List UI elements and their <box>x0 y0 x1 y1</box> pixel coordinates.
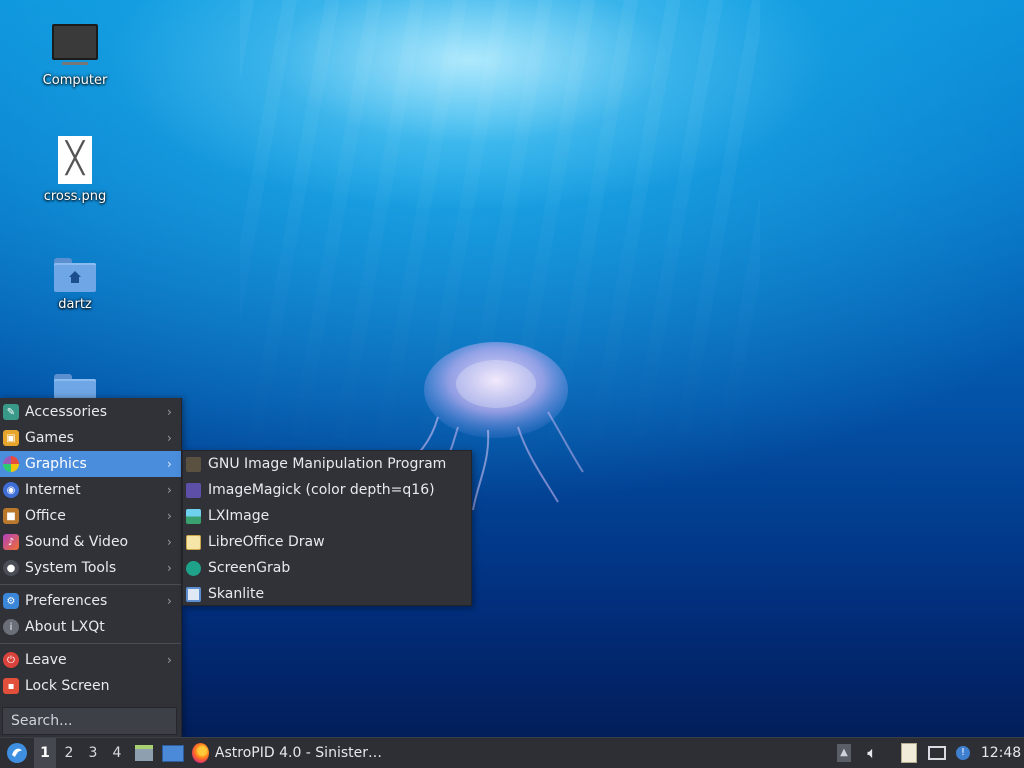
menu-item-preferences[interactable]: ⚙ Preferences › <box>0 588 181 614</box>
workspace-2-button[interactable]: 2 <box>58 738 80 768</box>
volume-control[interactable]: 🔈︎ <box>860 738 884 768</box>
screengrab-icon <box>186 560 201 576</box>
menu-item-system-tools[interactable]: ● System Tools › <box>0 555 181 581</box>
submenu-item-skanlite[interactable]: Skanlite <box>183 581 471 607</box>
desktop-icon-label: cross.png <box>43 189 107 204</box>
taskbar-window-title: AstroPID 4.0 - Sinister… <box>214 745 382 761</box>
file-manager-icon <box>135 745 153 761</box>
accessories-icon: ✎ <box>3 404 19 420</box>
desktop-icon-label: Computer <box>42 73 108 88</box>
lxqt-logo-icon <box>7 743 27 763</box>
menu-item-label: Lock Screen <box>25 678 110 694</box>
menu-item-label: Office <box>25 508 66 524</box>
desktop-icon-label: dartz <box>58 297 92 312</box>
desktop-icon-cross-png[interactable]: ╳ cross.png <box>20 136 130 204</box>
taskbar-window-button[interactable]: AstroPID 4.0 - Sinister… <box>192 738 382 768</box>
menu-item-internet[interactable]: ◉ Internet › <box>0 477 181 503</box>
clipboard-icon <box>901 743 917 763</box>
submenu-item-gimp[interactable]: GNU Image Manipulation Program <box>183 451 471 477</box>
lximage-icon <box>186 508 201 524</box>
menu-item-label: About LXQt <box>25 619 105 635</box>
menu-separator <box>0 643 181 644</box>
computer-icon <box>52 24 98 65</box>
submenu-item-label: GNU Image Manipulation Program <box>208 456 447 472</box>
preferences-icon: ⚙ <box>3 593 19 609</box>
menu-item-games[interactable]: ▣ Games › <box>0 425 181 451</box>
imagemagick-icon <box>186 482 201 498</box>
clock[interactable]: 12:48 <box>978 738 1024 768</box>
main-menu-button[interactable] <box>2 738 32 768</box>
gimp-icon <box>186 456 201 472</box>
office-icon: ■ <box>3 508 19 524</box>
menu-item-lock-screen[interactable]: ▪ Lock Screen <box>0 673 181 699</box>
graphics-submenu: GNU Image Manipulation Program ImageMagi… <box>182 450 472 606</box>
tray-expand-button[interactable]: ▲ <box>834 738 854 768</box>
taskbar: 1 2 3 4 AstroPID 4.0 - Sinister… ▲ 🔈︎ ! … <box>0 737 1024 768</box>
chevron-right-icon: › <box>167 594 172 608</box>
show-desktop-button[interactable] <box>160 738 186 768</box>
lock-icon: ▪ <box>3 678 19 694</box>
workspace-3-button[interactable]: 3 <box>82 738 104 768</box>
menu-item-label: System Tools <box>25 560 117 576</box>
internet-icon: ◉ <box>3 482 19 498</box>
workspace-1-button[interactable]: 1 <box>34 738 56 768</box>
libreoffice-draw-icon <box>186 534 201 550</box>
submenu-item-screengrab[interactable]: ScreenGrab <box>183 555 471 581</box>
chevron-right-icon: › <box>167 509 172 523</box>
submenu-item-label: LibreOffice Draw <box>208 534 325 550</box>
submenu-item-label: LXImage <box>208 508 270 524</box>
chevron-right-icon: › <box>167 457 172 471</box>
submenu-item-label: ScreenGrab <box>208 560 291 576</box>
sound-video-icon: ♪ <box>3 534 19 550</box>
info-icon: i <box>3 619 19 635</box>
update-notifier-icon: ! <box>956 746 970 760</box>
menu-item-label: Accessories <box>25 404 108 420</box>
power-icon: ⏻ <box>3 652 19 668</box>
clipboard-tray[interactable] <box>898 738 920 768</box>
submenu-item-libreoffice-draw[interactable]: LibreOffice Draw <box>183 529 471 555</box>
submenu-item-label: ImageMagick (color depth=q16) <box>208 482 435 498</box>
menu-item-graphics[interactable]: Graphics › <box>0 451 181 477</box>
network-tray[interactable] <box>925 738 949 768</box>
chevron-up-icon: ▲ <box>837 744 851 762</box>
chevron-right-icon: › <box>167 561 172 575</box>
update-notifier-tray[interactable]: ! <box>952 738 974 768</box>
menu-item-sound-video[interactable]: ♪ Sound & Video › <box>0 529 181 555</box>
submenu-item-imagemagick[interactable]: ImageMagick (color depth=q16) <box>183 477 471 503</box>
games-icon: ▣ <box>3 430 19 446</box>
menu-item-label: Internet <box>25 482 81 498</box>
desktop-icon-computer[interactable]: Computer <box>20 24 130 88</box>
file-manager-launcher[interactable] <box>132 738 156 768</box>
menu-item-label: Sound & Video <box>25 534 129 550</box>
menu-search-input[interactable]: Search... <box>2 707 177 735</box>
menu-item-accessories[interactable]: ✎ Accessories › <box>0 399 181 425</box>
chevron-right-icon: › <box>167 535 172 549</box>
home-folder-icon <box>54 258 96 292</box>
volume-icon: 🔈︎ <box>867 743 877 762</box>
firefox-icon <box>192 743 209 763</box>
chevron-right-icon: › <box>167 653 172 667</box>
menu-item-label: Games <box>25 430 74 446</box>
system-tools-icon: ● <box>3 560 19 576</box>
submenu-item-label: Skanlite <box>208 586 265 602</box>
application-menu: ✎ Accessories › ▣ Games › Graphics › ◉ I… <box>0 398 182 737</box>
skanlite-icon <box>186 586 201 602</box>
chevron-right-icon: › <box>167 483 172 497</box>
menu-item-office[interactable]: ■ Office › <box>0 503 181 529</box>
menu-item-label: Preferences <box>25 593 108 609</box>
chevron-right-icon: › <box>167 431 172 445</box>
menu-item-label: Graphics <box>25 456 87 472</box>
workspace-4-button[interactable]: 4 <box>106 738 128 768</box>
menu-separator <box>0 584 181 585</box>
submenu-item-lximage[interactable]: LXImage <box>183 503 471 529</box>
graphics-icon <box>3 456 19 472</box>
menu-item-label: Leave <box>25 652 67 668</box>
menu-item-leave[interactable]: ⏻ Leave › <box>0 647 181 673</box>
network-icon <box>928 746 946 760</box>
image-file-icon: ╳ <box>58 136 92 184</box>
menu-item-about-lxqt[interactable]: i About LXQt <box>0 614 181 640</box>
show-desktop-icon <box>162 744 184 762</box>
desktop-icon-dartz[interactable]: dartz <box>20 258 130 312</box>
chevron-right-icon: › <box>167 405 172 419</box>
